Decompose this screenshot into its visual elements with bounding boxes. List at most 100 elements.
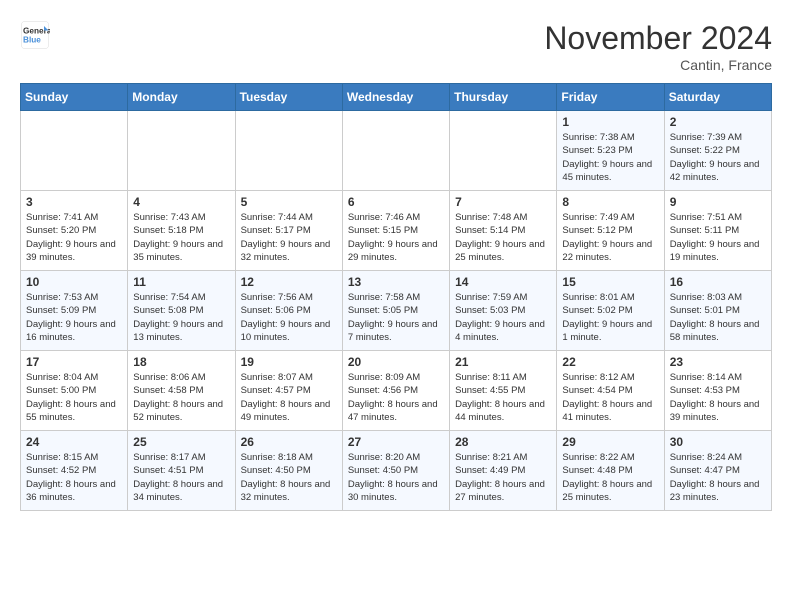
day-info: Sunrise: 7:56 AM Sunset: 5:06 PM Dayligh… — [241, 291, 337, 344]
day-number: 16 — [670, 275, 766, 289]
day-number: 1 — [562, 115, 658, 129]
day-number: 20 — [348, 355, 444, 369]
calendar-week-row: 1 Sunrise: 7:38 AM Sunset: 5:23 PM Daylig… — [21, 111, 772, 191]
calendar-cell: 28 Sunrise: 8:21 AM Sunset: 4:49 PM Dayli… — [450, 431, 557, 511]
day-info: Sunrise: 7:49 AM Sunset: 5:12 PM Dayligh… — [562, 211, 658, 264]
location: Cantin, France — [544, 57, 772, 73]
day-number: 2 — [670, 115, 766, 129]
calendar-cell: 25 Sunrise: 8:17 AM Sunset: 4:51 PM Dayli… — [128, 431, 235, 511]
calendar-week-row: 24 Sunrise: 8:15 AM Sunset: 4:52 PM Dayli… — [21, 431, 772, 511]
day-info: Sunrise: 8:06 AM Sunset: 4:58 PM Dayligh… — [133, 371, 229, 424]
logo: General Blue — [20, 20, 50, 50]
day-info: Sunrise: 8:09 AM Sunset: 4:56 PM Dayligh… — [348, 371, 444, 424]
day-number: 14 — [455, 275, 551, 289]
calendar-week-row: 3 Sunrise: 7:41 AM Sunset: 5:20 PM Daylig… — [21, 191, 772, 271]
day-info: Sunrise: 7:44 AM Sunset: 5:17 PM Dayligh… — [241, 211, 337, 264]
month-title: November 2024 — [544, 20, 772, 57]
day-info: Sunrise: 7:48 AM Sunset: 5:14 PM Dayligh… — [455, 211, 551, 264]
day-number: 30 — [670, 435, 766, 449]
calendar-cell — [235, 111, 342, 191]
calendar-cell: 22Sunrise: 8:12 AM Sunset: 4:54 PM Dayli… — [557, 351, 664, 431]
calendar-cell: 30 Sunrise: 8:24 AM Sunset: 4:47 PM Dayli… — [664, 431, 771, 511]
day-info: Sunrise: 8:07 AM Sunset: 4:57 PM Dayligh… — [241, 371, 337, 424]
calendar-cell: 5 Sunrise: 7:44 AM Sunset: 5:17 PM Daylig… — [235, 191, 342, 271]
day-number: 22 — [562, 355, 658, 369]
calendar-cell — [450, 111, 557, 191]
calendar-cell: 16 Sunrise: 8:03 AM Sunset: 5:01 PM Dayli… — [664, 271, 771, 351]
day-info: Sunrise: 7:39 AM Sunset: 5:22 PM Dayligh… — [670, 131, 766, 184]
weekday-header-row: SundayMondayTuesdayWednesdayThursdayFrid… — [21, 84, 772, 111]
day-number: 24 — [26, 435, 122, 449]
calendar-cell: 18 Sunrise: 8:06 AM Sunset: 4:58 PM Dayli… — [128, 351, 235, 431]
weekday-header: Saturday — [664, 84, 771, 111]
weekday-header: Sunday — [21, 84, 128, 111]
weekday-header: Monday — [128, 84, 235, 111]
calendar-cell: 15Sunrise: 8:01 AM Sunset: 5:02 PM Dayli… — [557, 271, 664, 351]
calendar-cell: 7 Sunrise: 7:48 AM Sunset: 5:14 PM Daylig… — [450, 191, 557, 271]
day-info: Sunrise: 7:51 AM Sunset: 5:11 PM Dayligh… — [670, 211, 766, 264]
day-info: Sunrise: 8:18 AM Sunset: 4:50 PM Dayligh… — [241, 451, 337, 504]
calendar-cell: 13Sunrise: 7:58 AM Sunset: 5:05 PM Dayli… — [342, 271, 449, 351]
day-info: Sunrise: 7:43 AM Sunset: 5:18 PM Dayligh… — [133, 211, 229, 264]
calendar-cell: 4Sunrise: 7:43 AM Sunset: 5:18 PM Daylig… — [128, 191, 235, 271]
day-info: Sunrise: 8:21 AM Sunset: 4:49 PM Dayligh… — [455, 451, 551, 504]
day-info: Sunrise: 8:04 AM Sunset: 5:00 PM Dayligh… — [26, 371, 122, 424]
day-number: 25 — [133, 435, 229, 449]
calendar-cell: 19 Sunrise: 8:07 AM Sunset: 4:57 PM Dayli… — [235, 351, 342, 431]
day-number: 13 — [348, 275, 444, 289]
day-number: 6 — [348, 195, 444, 209]
day-number: 11 — [133, 275, 229, 289]
calendar-week-row: 17Sunrise: 8:04 AM Sunset: 5:00 PM Dayli… — [21, 351, 772, 431]
page-header: General Blue November 2024 Cantin, Franc… — [20, 20, 772, 73]
calendar-cell — [128, 111, 235, 191]
weekday-header: Wednesday — [342, 84, 449, 111]
calendar-cell — [21, 111, 128, 191]
calendar-cell: 14 Sunrise: 7:59 AM Sunset: 5:03 PM Dayli… — [450, 271, 557, 351]
day-info: Sunrise: 8:22 AM Sunset: 4:48 PM Dayligh… — [562, 451, 658, 504]
day-number: 18 — [133, 355, 229, 369]
calendar-cell: 11 Sunrise: 7:54 AM Sunset: 5:08 PM Dayli… — [128, 271, 235, 351]
title-block: November 2024 Cantin, France — [544, 20, 772, 73]
calendar-cell: 2 Sunrise: 7:39 AM Sunset: 5:22 PM Daylig… — [664, 111, 771, 191]
calendar-cell: 20 Sunrise: 8:09 AM Sunset: 4:56 PM Dayli… — [342, 351, 449, 431]
svg-text:General: General — [23, 27, 50, 36]
day-number: 3 — [26, 195, 122, 209]
calendar-cell: 26Sunrise: 8:18 AM Sunset: 4:50 PM Dayli… — [235, 431, 342, 511]
logo-icon: General Blue — [20, 20, 50, 50]
day-info: Sunrise: 7:59 AM Sunset: 5:03 PM Dayligh… — [455, 291, 551, 344]
day-info: Sunrise: 8:11 AM Sunset: 4:55 PM Dayligh… — [455, 371, 551, 424]
day-info: Sunrise: 8:17 AM Sunset: 4:51 PM Dayligh… — [133, 451, 229, 504]
svg-text:Blue: Blue — [23, 36, 41, 45]
calendar-cell: 1 Sunrise: 7:38 AM Sunset: 5:23 PM Daylig… — [557, 111, 664, 191]
calendar-cell: 29 Sunrise: 8:22 AM Sunset: 4:48 PM Dayli… — [557, 431, 664, 511]
day-number: 7 — [455, 195, 551, 209]
day-number: 19 — [241, 355, 337, 369]
day-number: 29 — [562, 435, 658, 449]
calendar-cell: 3 Sunrise: 7:41 AM Sunset: 5:20 PM Daylig… — [21, 191, 128, 271]
day-info: Sunrise: 7:54 AM Sunset: 5:08 PM Dayligh… — [133, 291, 229, 344]
day-info: Sunrise: 7:41 AM Sunset: 5:20 PM Dayligh… — [26, 211, 122, 264]
day-info: Sunrise: 7:46 AM Sunset: 5:15 PM Dayligh… — [348, 211, 444, 264]
day-info: Sunrise: 8:15 AM Sunset: 4:52 PM Dayligh… — [26, 451, 122, 504]
day-number: 28 — [455, 435, 551, 449]
day-info: Sunrise: 7:53 AM Sunset: 5:09 PM Dayligh… — [26, 291, 122, 344]
calendar-cell: 17Sunrise: 8:04 AM Sunset: 5:00 PM Dayli… — [21, 351, 128, 431]
calendar-cell: 8 Sunrise: 7:49 AM Sunset: 5:12 PM Daylig… — [557, 191, 664, 271]
day-number: 21 — [455, 355, 551, 369]
calendar-week-row: 10Sunrise: 7:53 AM Sunset: 5:09 PM Dayli… — [21, 271, 772, 351]
day-number: 8 — [562, 195, 658, 209]
calendar-table: SundayMondayTuesdayWednesdayThursdayFrid… — [20, 83, 772, 511]
day-number: 5 — [241, 195, 337, 209]
calendar-cell: 21 Sunrise: 8:11 AM Sunset: 4:55 PM Dayli… — [450, 351, 557, 431]
calendar-cell: 6 Sunrise: 7:46 AM Sunset: 5:15 PM Daylig… — [342, 191, 449, 271]
weekday-header: Thursday — [450, 84, 557, 111]
day-info: Sunrise: 8:03 AM Sunset: 5:01 PM Dayligh… — [670, 291, 766, 344]
calendar-cell: 24 Sunrise: 8:15 AM Sunset: 4:52 PM Dayli… — [21, 431, 128, 511]
day-info: Sunrise: 8:24 AM Sunset: 4:47 PM Dayligh… — [670, 451, 766, 504]
calendar-cell — [342, 111, 449, 191]
day-info: Sunrise: 7:38 AM Sunset: 5:23 PM Dayligh… — [562, 131, 658, 184]
weekday-header: Tuesday — [235, 84, 342, 111]
calendar-cell: 27Sunrise: 8:20 AM Sunset: 4:50 PM Dayli… — [342, 431, 449, 511]
calendar-cell: 12Sunrise: 7:56 AM Sunset: 5:06 PM Dayli… — [235, 271, 342, 351]
calendar-cell: 23Sunrise: 8:14 AM Sunset: 4:53 PM Dayli… — [664, 351, 771, 431]
